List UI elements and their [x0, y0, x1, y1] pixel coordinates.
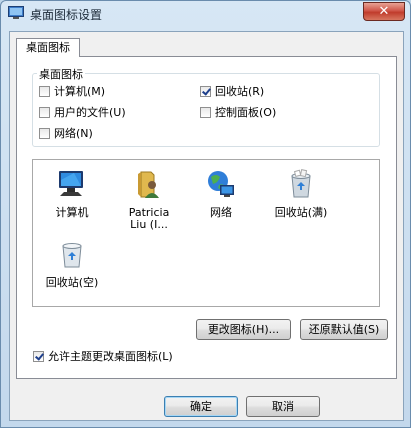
- list-item-recycle-bin-empty[interactable]: 回收站(空): [41, 238, 103, 289]
- checkbox-user-files[interactable]: 用户的文件(U): [39, 104, 126, 120]
- checkbox-recycle-bin[interactable]: 回收站(R): [200, 83, 264, 99]
- title-bar[interactable]: 桌面图标设置 ✕: [1, 1, 410, 27]
- icon-label: 网络: [210, 206, 232, 219]
- recycle-bin-full-icon: [291, 169, 311, 198]
- desktop-icons-group: 桌面图标 计算机(M) 回收站(R) 用户的文件(U) 控制面板(O) 网络(N…: [32, 66, 380, 147]
- checkbox-box[interactable]: [39, 85, 50, 97]
- checkbox-label: 回收站(R): [215, 85, 265, 98]
- checkbox-box[interactable]: [200, 106, 211, 118]
- desktop-icon-list[interactable]: 计算机 Patricia Liu (I... 网络 回收站(满) 回收站(空): [32, 159, 380, 307]
- list-item-computer[interactable]: 计算机: [41, 168, 103, 219]
- change-icon-button[interactable]: 更改图标(H)...: [196, 319, 291, 340]
- computer-icon: [59, 171, 83, 196]
- network-icon: [208, 171, 234, 197]
- checkbox-control-panel[interactable]: 控制面板(O): [200, 104, 276, 120]
- checkbox-box[interactable]: [39, 127, 50, 139]
- window-title: 桌面图标设置: [30, 8, 103, 22]
- checkbox-box-checked[interactable]: [33, 350, 44, 362]
- list-item-user-files[interactable]: Patricia Liu (I...: [118, 168, 180, 231]
- close-button[interactable]: ✕: [363, 2, 405, 21]
- checkbox-label: 用户的文件(U): [54, 106, 126, 119]
- tab-desktop-icons[interactable]: 桌面图标: [16, 38, 80, 57]
- group-legend: 桌面图标: [37, 66, 85, 82]
- close-icon: ✕: [378, 4, 390, 19]
- checkbox-allow-themes[interactable]: 允许主题更改桌面图标(L): [33, 348, 173, 364]
- icon-label: 回收站(满): [274, 206, 328, 219]
- recycle-bin-empty-icon: [62, 243, 82, 268]
- checkbox-label: 计算机(M): [54, 85, 106, 98]
- icon-label: 回收站(空): [45, 276, 99, 289]
- tab-panel: 桌面图标 计算机(M) 回收站(R) 用户的文件(U) 控制面板(O) 网络(N…: [16, 56, 397, 379]
- ok-button[interactable]: 确定: [164, 396, 238, 417]
- icon-sublabel: Liu (I...: [130, 218, 168, 231]
- dialog-client: 桌面图标 桌面图标 计算机(M) 回收站(R) 用户的文件(U) 控制面板(O)…: [9, 31, 404, 421]
- restore-default-button[interactable]: 还原默认值(S): [300, 319, 388, 340]
- checkbox-label: 控制面板(O): [215, 106, 277, 119]
- checkbox-network[interactable]: 网络(N): [39, 125, 93, 141]
- checkbox-box[interactable]: [39, 106, 50, 118]
- dialog-window: 桌面图标设置 ✕ 桌面图标 桌面图标 计算机(M) 回收站(R) 用户的文件(U…: [0, 0, 411, 428]
- checkbox-label: 网络(N): [54, 127, 93, 140]
- checkbox-computer[interactable]: 计算机(M): [39, 83, 105, 99]
- user-folder-icon: [138, 171, 159, 198]
- checkbox-label: 允许主题更改桌面图标(L): [48, 350, 173, 363]
- list-item-network[interactable]: 网络: [190, 168, 252, 219]
- icon-label: 计算机: [55, 206, 89, 219]
- desktop-settings-icon: [8, 6, 24, 19]
- list-item-recycle-bin-full[interactable]: 回收站(满): [270, 168, 332, 219]
- checkbox-box-checked[interactable]: [200, 85, 211, 97]
- cancel-button[interactable]: 取消: [246, 396, 320, 417]
